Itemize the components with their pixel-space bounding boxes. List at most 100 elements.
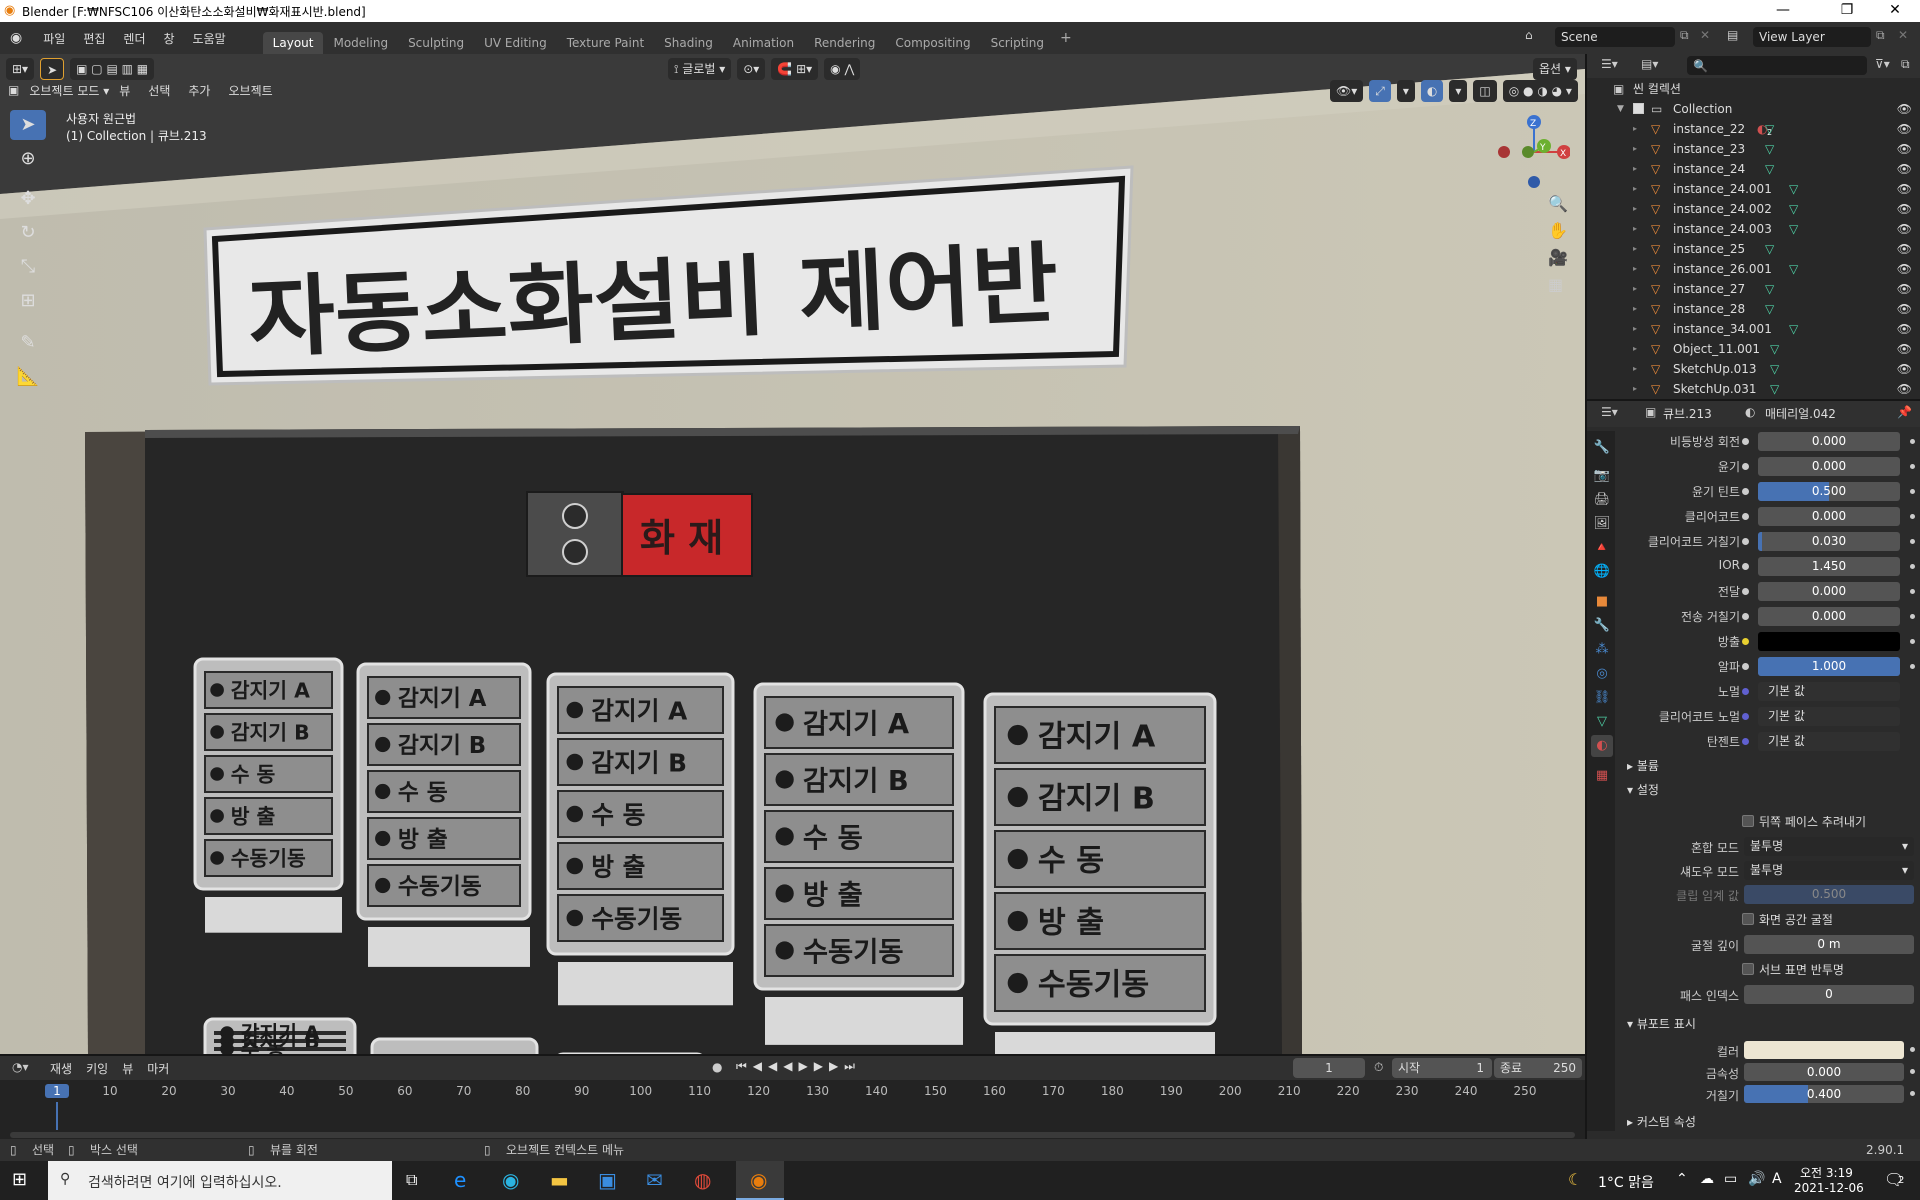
filter-icon[interactable]: ⊽▾ (1875, 57, 1890, 71)
clip-threshold-field[interactable]: 0.500 (1744, 885, 1914, 904)
vp-color-swatch[interactable] (1744, 1041, 1904, 1059)
proportional-edit-toggle[interactable]: ◉ ⋀ (824, 58, 861, 80)
socket-link-field[interactable]: 기본 값 (1758, 707, 1900, 726)
visibility-eye-icon[interactable]: 👁 (1897, 339, 1912, 359)
visibility-eye-icon[interactable]: 👁 (1897, 259, 1912, 279)
texture-tab-icon[interactable]: ▦ (1591, 765, 1613, 787)
socket-dot-icon[interactable] (1742, 513, 1749, 520)
tool-tab-icon[interactable]: 🔧 (1591, 437, 1613, 459)
outliner-editor-icon[interactable]: ☰▾ (1601, 57, 1618, 71)
menu-0[interactable]: 파일 (34, 30, 74, 47)
gizmo-toggle-icon[interactable]: ⤢ (1369, 80, 1391, 102)
socket-dot-icon[interactable] (1742, 438, 1749, 445)
store-icon[interactable]: ▣ (598, 1168, 617, 1192)
scene-new-icon[interactable]: ⧉ (1680, 28, 1689, 43)
emission-color-swatch[interactable] (1758, 632, 1900, 651)
particles-tab-icon[interactable]: ⁂ (1591, 639, 1613, 661)
view-layer-selector[interactable]: View Layer (1753, 27, 1871, 47)
zoom-icon[interactable]: 🔍 (1548, 194, 1568, 213)
outliner-item[interactable]: ▸ ▽ SketchUp.013 ▽ 👁 (1587, 359, 1920, 379)
timeline-menu-0[interactable]: 재생 (50, 1060, 72, 1077)
mail-icon[interactable]: ✉ (646, 1168, 663, 1192)
keyframe-dot-icon[interactable] (1910, 489, 1915, 494)
settings-section-header[interactable]: ▾ 설정 (1615, 779, 1920, 801)
measure-tool[interactable]: 📐 (10, 362, 46, 392)
select-box-tool[interactable]: ➤ (10, 110, 46, 140)
collapse-icon[interactable]: ▼ (1617, 99, 1624, 119)
object-tab-icon[interactable]: ■ (1591, 591, 1613, 613)
timeline-ruler[interactable]: 1 10 20 30 40 50 60 70 80 90 100 110 120 130 140 150 160… (0, 1082, 1585, 1102)
expand-icon[interactable]: ▸ (1633, 359, 1637, 379)
volume-section-header[interactable]: ▸ 볼륨 (1615, 755, 1920, 777)
outliner-item[interactable]: ▸ ▽ instance_24.001 ▽ 👁 (1587, 179, 1920, 199)
outliner-item[interactable]: ▸ ▽ instance_34.001 ▽ 👁 (1587, 319, 1920, 339)
sss-checkbox[interactable] (1742, 963, 1754, 975)
visibility-eye-icon[interactable]: 👁 (1897, 319, 1912, 339)
pan-hand-icon[interactable]: ✋ (1548, 221, 1568, 240)
workspace-tab-6[interactable]: Animation (723, 32, 804, 54)
expand-icon[interactable]: ▸ (1633, 319, 1637, 339)
menu-4[interactable]: 도움말 (184, 30, 235, 47)
visibility-eye-icon[interactable]: 👁 (1897, 219, 1912, 239)
viewport-menu-2[interactable]: 추가 (188, 82, 210, 99)
record-icon[interactable]: ● (712, 1060, 722, 1074)
transform-tool[interactable]: ⊞ (10, 286, 46, 316)
start-frame-field[interactable]: 시작 1 (1392, 1058, 1492, 1078)
outliner-item[interactable]: ▸ ▽ Object_11.001 ▽ 👁 (1587, 339, 1920, 359)
outliner-item[interactable]: ▸ ▽ instance_27 ▽ 👁 (1587, 279, 1920, 299)
xray-toggle-icon[interactable]: ◫ (1473, 80, 1497, 102)
shadow-mode-select[interactable]: 불투명 ▾ (1744, 861, 1914, 880)
constraints-tab-icon[interactable]: ⛓ (1591, 687, 1613, 709)
viewport-menu-1[interactable]: 선택 (148, 82, 170, 99)
chrome-icon[interactable]: ◍ (694, 1168, 711, 1192)
viewport-menu-0[interactable]: 뷰 (119, 82, 130, 99)
workspace-tab-1[interactable]: Modeling (323, 32, 398, 54)
pin-icon[interactable]: 📌 (1897, 405, 1912, 419)
orientation-selector[interactable]: ⟟ 글로벌 ▾ (668, 58, 732, 80)
socket-link-field[interactable]: 기본 값 (1758, 732, 1900, 751)
shading-mode-icons[interactable]: ◎ ● ◑ ◕ ▾ (1502, 80, 1578, 102)
outliner-item[interactable]: ▸ ▽ SketchUp.031 ▽ 👁 (1587, 379, 1920, 399)
keyframe-dot-icon[interactable] (1910, 1069, 1915, 1074)
view-layer-tab-icon[interactable]: 🖼 (1591, 513, 1613, 535)
close-button[interactable]: ✕ (1872, 0, 1918, 22)
properties-editor-icon[interactable]: ☰▾ (1601, 405, 1618, 419)
visibility-eye-icon[interactable]: 👁 (1897, 119, 1912, 139)
outliner-item[interactable]: ▸ ▽ instance_24 ▽ 👁 (1587, 159, 1920, 179)
workspace-tab-7[interactable]: Rendering (804, 32, 885, 54)
keyframe-dot-icon[interactable] (1910, 464, 1915, 469)
output-tab-icon[interactable]: 🖨 (1591, 489, 1613, 511)
workspace-tab-9[interactable]: Scripting (981, 32, 1054, 54)
display-mode-icon[interactable]: ▤▾ (1641, 57, 1658, 71)
camera-view-icon[interactable]: 🎥 (1548, 248, 1568, 267)
vp-roughness-field[interactable]: 0.400 (1744, 1085, 1904, 1103)
socket-dot-icon[interactable] (1742, 538, 1749, 545)
outliner-item[interactable]: ▸ ▽ instance_23 ▽ 👁 (1587, 139, 1920, 159)
internet-explorer-icon[interactable]: e (454, 1168, 466, 1192)
menu-2[interactable]: 렌더 (114, 30, 154, 47)
collection-checkbox[interactable] (1633, 103, 1644, 114)
viewport-menu-3[interactable]: 오브젝트 (228, 82, 272, 99)
editor-type-icon[interactable]: ⊞▾ (6, 58, 35, 80)
workspace-tab-8[interactable]: Compositing (885, 32, 980, 54)
maximize-button[interactable]: ❐ (1824, 0, 1870, 22)
pivot-selector[interactable]: ⊙▾ (737, 58, 766, 80)
expand-icon[interactable]: ▸ (1633, 199, 1637, 219)
keyframe-dot-icon[interactable] (1910, 439, 1915, 444)
clock-date[interactable]: 2021-12-06 (1794, 1181, 1864, 1195)
workspace-tab-5[interactable]: Shading (654, 32, 723, 54)
scale-tool[interactable]: ⤡ (10, 252, 46, 282)
workspace-tab-2[interactable]: Sculpting (398, 32, 474, 54)
property-value-field[interactable]: 0.000 (1758, 607, 1900, 626)
backface-checkbox[interactable] (1742, 815, 1754, 827)
volume-icon[interactable]: 🔊 (1748, 1171, 1765, 1187)
timeline-menu-2[interactable]: 뷰 (122, 1060, 133, 1077)
annotate-tool[interactable]: ✎ (10, 328, 46, 358)
selection-mode-icon[interactable]: ▣ ▢ ▤ ▥ ▦ (70, 58, 155, 80)
visibility-eye-icon[interactable]: 👁 (1897, 199, 1912, 219)
expand-icon[interactable]: ▸ (1633, 219, 1637, 239)
render-tab-icon[interactable]: 📷 (1591, 465, 1613, 487)
taskbar-search-box[interactable]: ⚲ 검색하려면 여기에 입력하십시오. (48, 1161, 392, 1200)
visibility-icon[interactable]: 👁▾ (1330, 80, 1364, 102)
expand-icon[interactable]: ▸ (1633, 279, 1637, 299)
